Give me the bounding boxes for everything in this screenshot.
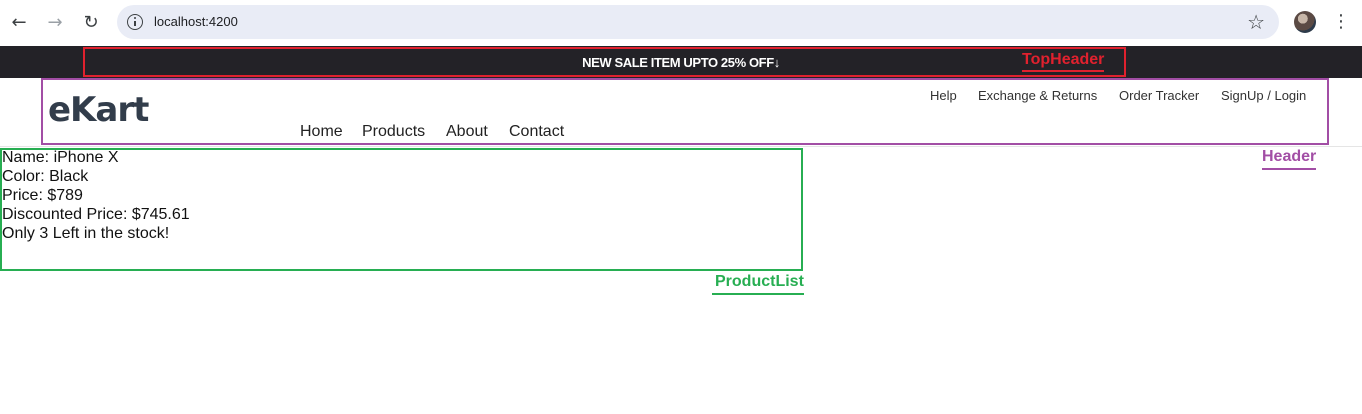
header-divider bbox=[0, 146, 1362, 147]
reload-icon[interactable]: ↻ bbox=[80, 11, 102, 33]
sale-banner: NEW SALE ITEM UPTO 25% OFF↓ bbox=[0, 55, 1362, 70]
util-link-help[interactable]: Help bbox=[930, 88, 957, 103]
profile-avatar[interactable] bbox=[1294, 11, 1316, 33]
util-link-exchange-returns[interactable]: Exchange & Returns bbox=[978, 88, 1097, 103]
forward-icon[interactable]: → bbox=[44, 11, 66, 33]
site-info-icon[interactable] bbox=[127, 14, 143, 30]
nav-link-home[interactable]: Home bbox=[300, 123, 343, 141]
arrow-down-icon: ↓ bbox=[773, 55, 781, 70]
product-price: Price: $789 bbox=[2, 187, 83, 204]
sale-banner-text: NEW SALE ITEM UPTO 25% OFF bbox=[582, 55, 774, 70]
product-color: Color: Black bbox=[2, 168, 89, 185]
kebab-menu-icon[interactable]: ⋮ bbox=[1332, 11, 1350, 33]
address-bar[interactable]: localhost:4200 ☆ bbox=[117, 5, 1279, 39]
product-discounted-price: Discounted Price: $745.61 bbox=[2, 206, 190, 223]
product-name: Name: iPhone X bbox=[2, 149, 119, 166]
util-link-order-tracker[interactable]: Order Tracker bbox=[1119, 88, 1199, 103]
nav-link-about[interactable]: About bbox=[446, 123, 488, 141]
annotation-label-topheader: TopHeader bbox=[1022, 51, 1105, 72]
site-logo[interactable]: eKart bbox=[48, 90, 149, 130]
browser-toolbar: ← → ↻ localhost:4200 ☆ ⋮ bbox=[0, 0, 1362, 46]
annotation-label-header: Header bbox=[1262, 148, 1317, 170]
url-text[interactable]: localhost:4200 bbox=[154, 14, 238, 29]
nav-link-contact[interactable]: Contact bbox=[509, 123, 564, 141]
nav-link-products[interactable]: Products bbox=[362, 123, 425, 141]
product-stock-note: Only 3 Left in the stock! bbox=[2, 225, 170, 242]
annotation-label-productlist: ProductList bbox=[712, 273, 804, 295]
util-link-signup-login[interactable]: SignUp / Login bbox=[1221, 88, 1306, 103]
back-icon[interactable]: ← bbox=[8, 11, 30, 33]
bookmark-star-icon[interactable]: ☆ bbox=[1247, 10, 1265, 34]
